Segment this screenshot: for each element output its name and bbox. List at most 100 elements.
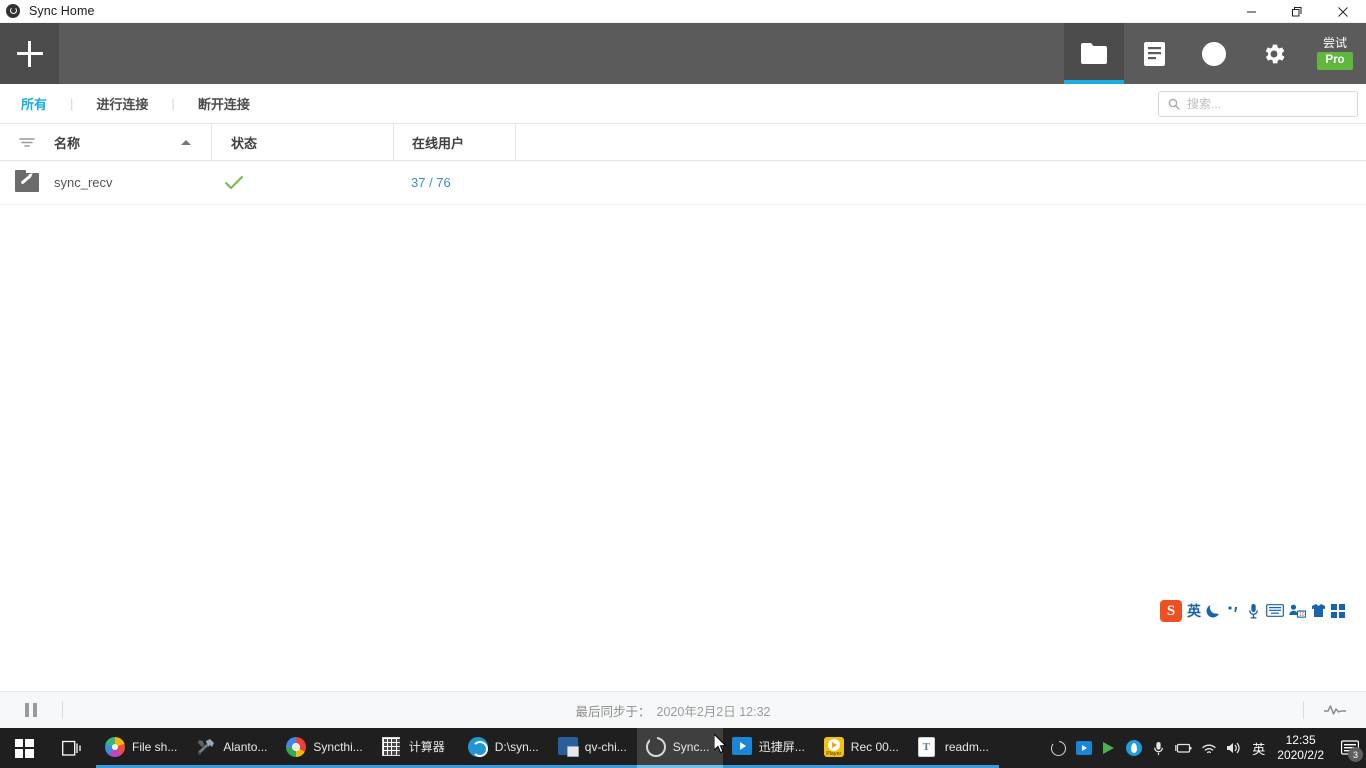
close-button[interactable]: [1320, 0, 1366, 23]
taskbar-label: Syncthi...: [313, 739, 363, 754]
taskbar-item-syncthing[interactable]: Syncthi...: [277, 728, 373, 768]
try-pro-button[interactable]: 尝试 Pro: [1304, 23, 1366, 84]
column-status[interactable]: 状态: [211, 123, 393, 161]
app-header: 尝试 Pro: [0, 23, 1366, 84]
gear-icon: [1261, 41, 1287, 67]
last-sync-time: 2020年2月2日 12:32: [656, 704, 771, 719]
ime-indicator[interactable]: 英: [1246, 728, 1271, 768]
activity-graph-button[interactable]: [1304, 704, 1366, 716]
last-sync-status: 最后同步于： 2020年2月2日 12:32: [63, 701, 1303, 720]
windows-start-icon: [14, 738, 34, 758]
taskbar-label: qv-chi...: [584, 739, 627, 754]
microphone-icon[interactable]: [1146, 728, 1171, 768]
taskbar-item-qv-chi[interactable]: qv-chi...: [548, 728, 637, 768]
sync-icon: [645, 736, 666, 757]
taskbar-item-disk[interactable]: D:\syn...: [458, 728, 549, 768]
moon-icon[interactable]: [1206, 600, 1221, 622]
photos-icon: [105, 736, 125, 757]
clock-icon: [1201, 41, 1227, 67]
add-folder-button[interactable]: [0, 23, 59, 84]
tab-history[interactable]: [1184, 23, 1244, 84]
try-pro-label: 尝试: [1322, 36, 1347, 51]
filter-icon: [19, 137, 35, 148]
sync-circle-icon: [6, 3, 21, 19]
search-box[interactable]: [1158, 90, 1358, 117]
taskbar-item-readme[interactable]: T readm...: [908, 728, 999, 768]
search-area: [1158, 90, 1358, 117]
sogou-input-toolbar[interactable]: S 英 10: [1158, 597, 1347, 624]
taskbar-item-screen-recorder[interactable]: 迅捷屏...: [722, 728, 815, 768]
skin-shirt-icon[interactable]: [1311, 600, 1326, 622]
green-arrow-icon[interactable]: [1096, 728, 1121, 768]
header-nav-tabs: [1064, 23, 1304, 84]
window-controls: [1228, 0, 1366, 23]
column-online-users[interactable]: 在线用户: [393, 123, 515, 161]
remote-desktop-icon: [557, 736, 579, 757]
notification-badge: 3: [1348, 747, 1363, 762]
task-view-button[interactable]: [48, 728, 96, 768]
screen-recorder-icon: [731, 736, 752, 757]
taskbar-item-file-share[interactable]: File sh...: [96, 728, 188, 768]
filter-separator-1: |: [70, 96, 74, 111]
row-name: sync_recv: [54, 175, 113, 190]
input-person-icon[interactable]: 10: [1289, 600, 1306, 622]
microphone-icon[interactable]: [1246, 600, 1261, 622]
check-icon: [225, 175, 393, 190]
screen-recorder-tray-icon[interactable]: [1071, 728, 1096, 768]
taskbar-item-media-player[interactable]: Player Rec 00...: [814, 728, 909, 768]
taskbar-label: Sync...: [672, 739, 710, 754]
plus-icon: [16, 40, 43, 67]
media-player-icon: Player: [823, 736, 844, 757]
pulse-icon: [1324, 704, 1346, 716]
comma-icon[interactable]: [1226, 600, 1241, 622]
svg-text:10: 10: [1299, 612, 1305, 618]
pause-button[interactable]: [0, 703, 62, 717]
sogou-logo-icon[interactable]: S: [1160, 599, 1182, 622]
taskbar-clock[interactable]: 12:35 2020/2/2: [1271, 733, 1334, 763]
sort-asc-icon: [181, 139, 191, 145]
tab-settings[interactable]: [1244, 23, 1304, 84]
pro-badge: Pro: [1317, 52, 1353, 70]
volume-icon[interactable]: [1221, 728, 1246, 768]
text-file-icon: T: [917, 736, 938, 757]
titlebar: Sync Home: [0, 0, 1366, 23]
taskbar-label: File sh...: [132, 739, 178, 754]
table-row[interactable]: sync_recv 37 / 76: [0, 161, 1366, 205]
battery-icon[interactable]: [1171, 728, 1196, 768]
minimize-button[interactable]: [1228, 0, 1274, 23]
sync-home-window: Sync Home 尝试 Pro 所有 | 进行连接 | 断开连接 搜索... …: [0, 0, 1366, 768]
search-input[interactable]: [1187, 96, 1347, 111]
clock-time: 12:35: [1285, 733, 1316, 747]
taskbar-item-sync[interactable]: Sync...: [636, 728, 723, 768]
filter-separator-2: |: [171, 96, 175, 111]
notification-center-button[interactable]: 3: [1334, 728, 1366, 768]
column-filter-button[interactable]: [0, 124, 54, 161]
filter-connecting[interactable]: 进行连接: [95, 94, 149, 113]
filter-bar: 所有 | 进行连接 | 断开连接: [0, 84, 1366, 124]
shared-folder-icon: [0, 170, 54, 192]
row-online-users[interactable]: 37 / 76: [393, 175, 515, 190]
wifi-icon[interactable]: [1196, 728, 1221, 768]
header-spacer: [59, 23, 1064, 84]
clock-date: 2020/2/2: [1277, 748, 1324, 762]
chrome-icon: [286, 736, 307, 757]
task-view-icon: [62, 740, 82, 757]
taskbar-item-calculator[interactable]: 计算器: [372, 728, 459, 768]
keyboard-icon[interactable]: [1266, 600, 1284, 622]
restore-button[interactable]: [1274, 0, 1320, 23]
filter-tabs: 所有 | 进行连接 | 断开连接: [0, 94, 251, 113]
folder-icon: [1081, 43, 1107, 64]
filter-all[interactable]: 所有: [20, 94, 48, 113]
sync-tray-icon[interactable]: [1046, 728, 1071, 768]
blue-circle-icon[interactable]: [1121, 728, 1146, 768]
tab-folders[interactable]: [1064, 23, 1124, 84]
start-button[interactable]: [0, 728, 48, 768]
tab-devices[interactable]: [1124, 23, 1184, 84]
column-divider-end: [515, 123, 517, 161]
filter-disconnected[interactable]: 断开连接: [197, 94, 251, 113]
taskbar-item-alanto[interactable]: Alanto...: [187, 728, 278, 768]
column-name-sort[interactable]: [181, 124, 211, 161]
toolbox-grid-icon[interactable]: [1331, 600, 1345, 622]
column-name[interactable]: 名称: [54, 124, 181, 161]
ime-mode-label[interactable]: 英: [1187, 601, 1201, 621]
